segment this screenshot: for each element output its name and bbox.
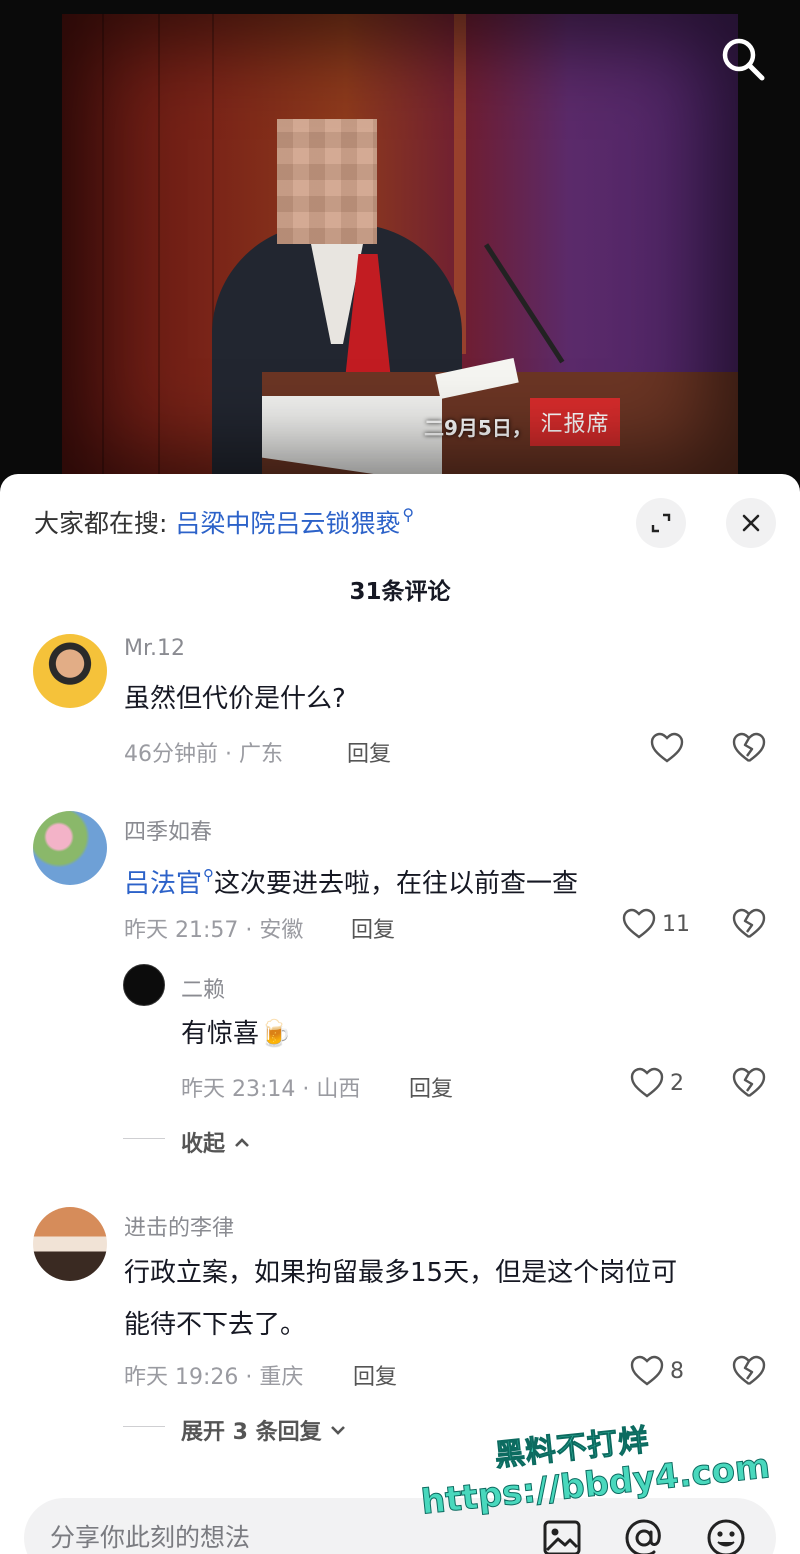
hot-search-keyword[interactable]: 吕梁中院吕云锁猥亵: [175, 509, 400, 538]
reply-text: 有惊喜🍺: [181, 1019, 292, 1049]
search-icon[interactable]: [718, 34, 768, 84]
image-icon[interactable]: [540, 1516, 584, 1554]
comment-username[interactable]: 四季如春: [124, 814, 212, 846]
like-count: 2: [670, 1070, 684, 1096]
mention-search-icon: ⚲: [203, 866, 215, 884]
emoji-icon[interactable]: [704, 1516, 748, 1554]
broken-heart-icon: [732, 1067, 766, 1097]
comment-text: 虽然但代价是什么?: [124, 684, 346, 714]
hot-search-prefix: 大家都在搜:: [34, 509, 168, 538]
dislike-button[interactable]: [732, 1355, 766, 1391]
reply-button[interactable]: 回复: [351, 912, 395, 944]
close-icon[interactable]: [726, 498, 776, 548]
avatar[interactable]: [33, 811, 107, 885]
like-button[interactable]: 8: [630, 1355, 684, 1387]
heart-icon: [630, 1067, 664, 1098]
broken-heart-icon: [732, 732, 766, 762]
heart-icon: [650, 732, 684, 763]
like-count: 8: [670, 1358, 684, 1384]
avatar[interactable]: [123, 964, 165, 1006]
comment-username[interactable]: 进击的李律: [124, 1210, 234, 1242]
expand-icon[interactable]: [636, 498, 686, 548]
reply-button[interactable]: 回复: [409, 1071, 453, 1103]
expand-replies-button[interactable]: 展开 3 条回复: [181, 1414, 347, 1446]
dislike-button[interactable]: [732, 732, 766, 768]
reply-username[interactable]: 二赖: [181, 972, 225, 1004]
reply-button[interactable]: 回复: [347, 736, 391, 768]
comment-input[interactable]: 分享你此刻的想法: [50, 1518, 250, 1554]
dislike-button[interactable]: [732, 908, 766, 944]
beer-emoji: 🍺: [259, 1019, 292, 1049]
comment-count: 31条评论: [349, 579, 451, 605]
avatar[interactable]: [33, 634, 107, 708]
comment-meta: 昨天 19:26 · 重庆: [124, 1365, 304, 1390]
like-button[interactable]: [650, 732, 684, 764]
at-mention-icon[interactable]: [622, 1516, 666, 1554]
video-frame: 汇报席 二9月5日，: [62, 14, 738, 484]
broken-heart-icon: [732, 1355, 766, 1385]
comment-text-line-1: 行政立案，如果拘留最多15天，但是这个岗位可: [124, 1258, 678, 1288]
thread-line: [123, 1138, 165, 1139]
comment-text: 吕法官⚲这次要进去啦，在往以前查一查: [124, 866, 579, 899]
comment-meta: 昨天 21:57 · 安徽: [124, 918, 304, 943]
hot-search-magnifier-icon: ⚲: [402, 505, 415, 524]
comment-input-bar[interactable]: 分享你此刻的想法: [24, 1498, 776, 1554]
comment-meta: 46分钟前 · 广东: [124, 742, 283, 767]
broken-heart-icon: [732, 908, 766, 938]
like-count: 11: [662, 911, 690, 937]
thread-line: [123, 1426, 165, 1427]
hot-search-banner[interactable]: 大家都在搜: 吕梁中院吕云锁猥亵 ⚲: [34, 504, 414, 540]
chevron-down-icon: [331, 1426, 346, 1435]
mention-link[interactable]: 吕法官⚲: [124, 866, 215, 899]
comments-sheet: 大家都在搜: 吕梁中院吕云锁猥亵 ⚲ 31条评论 Mr.12 虽然但代价是什么? …: [0, 474, 800, 1554]
chevron-up-icon: [234, 1138, 249, 1147]
reply-meta: 昨天 23:14 · 山西: [181, 1077, 361, 1102]
heart-icon: [622, 908, 656, 939]
comment-username[interactable]: Mr.12: [124, 636, 185, 661]
like-button[interactable]: 2: [630, 1067, 684, 1099]
avatar[interactable]: [33, 1207, 107, 1281]
comment-text-line-2: 能待不下去了。: [124, 1310, 307, 1340]
heart-icon: [630, 1355, 664, 1386]
like-button[interactable]: 11: [622, 908, 690, 940]
reply-button[interactable]: 回复: [353, 1359, 397, 1391]
video-player[interactable]: 汇报席 二9月5日，: [0, 0, 800, 500]
collapse-replies-button[interactable]: 收起: [181, 1126, 251, 1158]
dislike-button[interactable]: [732, 1067, 766, 1103]
